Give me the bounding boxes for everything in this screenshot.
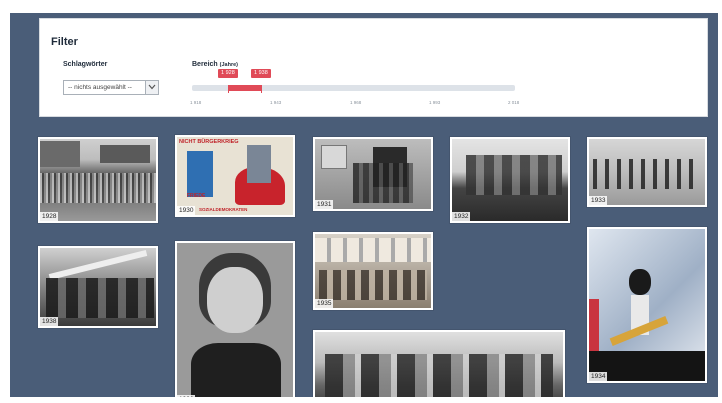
photo-card[interactable]: 1935 xyxy=(313,232,433,310)
photo-image xyxy=(589,229,705,381)
photo-image xyxy=(177,243,293,397)
keywords-label: Schlagwörter xyxy=(63,61,108,68)
range-low-badge: 1 928 xyxy=(218,69,238,78)
gallery-stage: Filter Schlagwörter -- nichts ausgewählt… xyxy=(10,13,718,397)
range-low-handle[interactable] xyxy=(228,85,229,93)
filter-panel: Filter Schlagwörter -- nichts ausgewählt… xyxy=(39,18,708,117)
photo-card[interactable]: 1934 xyxy=(587,227,707,383)
photo-image xyxy=(315,332,563,397)
photo-year: 1934 xyxy=(589,372,608,381)
axis-tick: 1 918 xyxy=(190,100,202,105)
axis-tick: 1 968 xyxy=(350,100,362,105)
photo-card[interactable]: NICHT BÜRGERKRIEG FRIEDE SOZIALDEMOKRATE… xyxy=(175,135,295,217)
photo-year: 1931 xyxy=(315,200,334,209)
photo-year: 1936 xyxy=(177,395,196,397)
filter-title: Filter xyxy=(51,36,78,48)
range-slider-track[interactable] xyxy=(192,85,515,91)
poster-text: FRIEDE xyxy=(187,193,206,199)
photo-card[interactable] xyxy=(313,330,565,397)
photo-card[interactable]: 1928 xyxy=(38,137,158,223)
range-high-badge: 1 938 xyxy=(251,69,271,78)
photo-year: 1933 xyxy=(589,196,608,205)
axis-tick: 1 943 xyxy=(270,100,282,105)
photo-card[interactable]: 1931 xyxy=(313,137,433,211)
photo-image xyxy=(315,139,431,209)
range-label: Bereich (Jahre) xyxy=(192,61,238,68)
chevron-down-icon[interactable] xyxy=(145,81,158,94)
photo-year: 1938 xyxy=(40,317,59,326)
poster-text: SOZIALDEMOKRATEN xyxy=(199,207,248,212)
keywords-select[interactable]: -- nichts ausgewählt -- xyxy=(63,80,159,95)
poster-text: NICHT BÜRGERKRIEG xyxy=(179,139,239,145)
photo-year: 1935 xyxy=(315,299,334,308)
photo-image xyxy=(40,139,156,221)
range-slider-selection[interactable] xyxy=(228,85,261,91)
keywords-select-value: -- nichts ausgewählt -- xyxy=(68,84,132,91)
photo-image xyxy=(40,248,156,326)
photo-year: 1928 xyxy=(40,212,59,221)
range-high-handle[interactable] xyxy=(261,85,262,93)
range-unit: (Jahre) xyxy=(219,62,238,68)
photo-card[interactable]: 1938 xyxy=(38,246,158,328)
photo-image xyxy=(452,139,568,221)
photo-year: 1930 xyxy=(177,206,196,215)
photo-image: NICHT BÜRGERKRIEG FRIEDE SOZIALDEMOKRATE… xyxy=(177,137,293,215)
axis-tick: 2 018 xyxy=(508,100,520,105)
photo-image xyxy=(315,234,431,308)
photo-card[interactable]: 1936 xyxy=(175,241,295,397)
range-label-text: Bereich xyxy=(192,61,218,68)
photo-card[interactable]: 1932 xyxy=(450,137,570,223)
photo-year: 1932 xyxy=(452,212,471,221)
photo-card[interactable]: 1933 xyxy=(587,137,707,207)
axis-tick: 1 993 xyxy=(429,100,441,105)
